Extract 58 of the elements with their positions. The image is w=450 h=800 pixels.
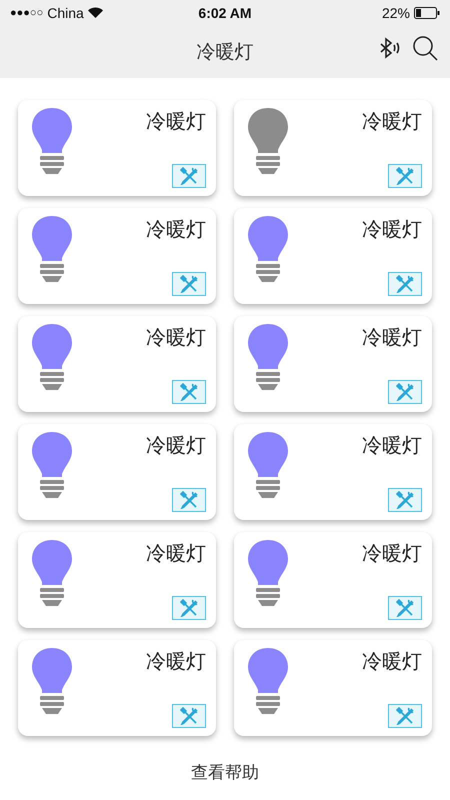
battery-percent: 22% [382,4,410,20]
tools-icon [179,599,199,617]
device-name: 冷暖灯 [362,432,422,459]
battery-icon [414,6,440,18]
status-time: 6:02 AM [198,4,252,20]
device-name: 冷暖灯 [146,216,206,243]
tools-icon [179,275,199,293]
device-name: 冷暖灯 [146,648,206,675]
device-card[interactable]: 冷暖灯 [18,208,216,304]
settings-button[interactable] [172,596,206,620]
device-card[interactable]: 冷暖灯 [234,640,432,736]
tools-icon [179,707,199,725]
tools-icon [395,383,415,401]
device-name: 冷暖灯 [146,432,206,459]
page-title: 冷暖灯 [196,40,254,64]
device-card[interactable]: 冷暖灯 [18,100,216,196]
tools-icon [179,491,199,509]
settings-button[interactable] [172,272,206,296]
settings-button[interactable] [172,488,206,512]
settings-button[interactable] [172,704,206,728]
carrier-name: China [47,4,84,20]
help-link[interactable]: 查看帮助 [191,760,259,784]
device-name: 冷暖灯 [146,108,206,135]
device-name: 冷暖灯 [362,324,422,351]
settings-button[interactable] [388,272,422,296]
settings-button[interactable] [172,380,206,404]
tools-icon [395,599,415,617]
tools-icon [395,275,415,293]
device-name: 冷暖灯 [362,540,422,567]
settings-button[interactable] [388,488,422,512]
device-card[interactable]: 冷暖灯 [18,640,216,736]
signal-strength: ●●●○○ [10,6,44,18]
device-card[interactable]: 冷暖灯 [234,424,432,520]
device-card[interactable]: 冷暖灯 [234,208,432,304]
settings-button[interactable] [172,164,206,188]
tools-icon [395,167,415,185]
device-card[interactable]: 冷暖灯 [234,316,432,412]
device-card[interactable]: 冷暖灯 [234,532,432,628]
device-card[interactable]: 冷暖灯 [18,424,216,520]
tools-icon [179,167,199,185]
device-name: 冷暖灯 [146,324,206,351]
device-card[interactable]: 冷暖灯 [234,100,432,196]
device-name: 冷暖灯 [362,648,422,675]
device-name: 冷暖灯 [146,540,206,567]
settings-button[interactable] [388,596,422,620]
bluetooth-icon[interactable] [378,37,400,59]
tools-icon [395,707,415,725]
device-name: 冷暖灯 [362,216,422,243]
settings-button[interactable] [388,380,422,404]
device-card[interactable]: 冷暖灯 [18,316,216,412]
device-name: 冷暖灯 [362,108,422,135]
settings-button[interactable] [388,704,422,728]
device-card[interactable]: 冷暖灯 [18,532,216,628]
search-icon[interactable] [412,35,438,61]
settings-button[interactable] [388,164,422,188]
tools-icon [179,383,199,401]
wifi-icon [88,7,103,18]
tools-icon [395,491,415,509]
